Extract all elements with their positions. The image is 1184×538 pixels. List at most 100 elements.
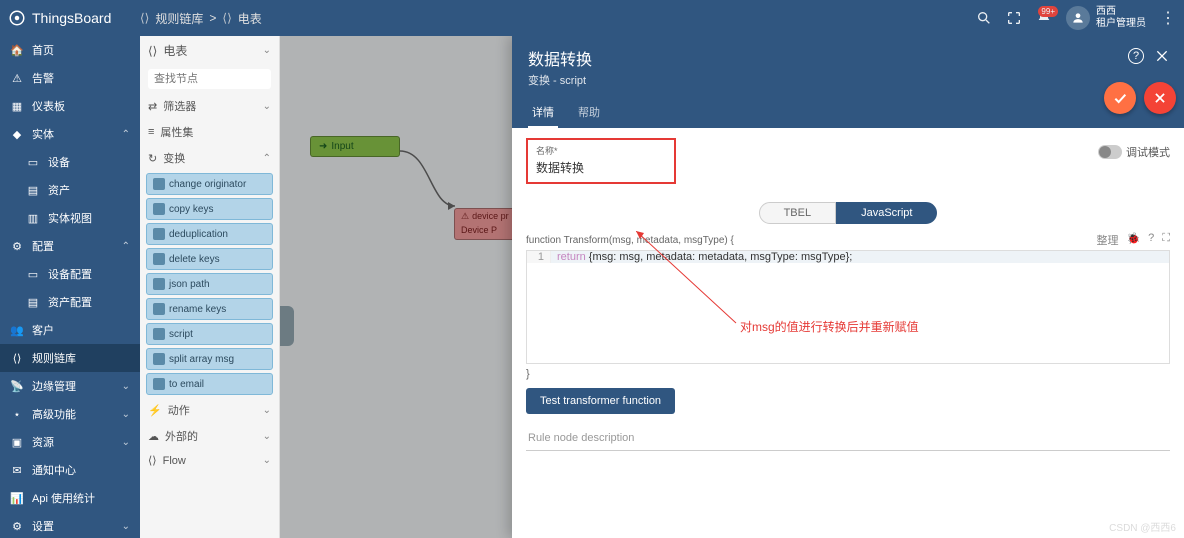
breadcrumb-a[interactable]: 规则链库 (155, 10, 203, 27)
sidebar-item-客户[interactable]: 👥客户 (0, 316, 140, 344)
sidebar-item-label: Api 使用统计 (32, 490, 130, 506)
view-icon: ▥ (26, 212, 40, 225)
code-editor[interactable]: 1 return {msg: msg, metadata: metadata, … (526, 250, 1170, 364)
breadcrumb-b[interactable]: 电表 (238, 10, 262, 27)
tab-javascript[interactable]: JavaScript (836, 202, 937, 224)
node-chip-to-email[interactable]: to email (146, 373, 273, 395)
tab-details[interactable]: 详情 (528, 98, 558, 128)
chevron-up-icon: ⌃ (122, 129, 130, 140)
device-cfg-icon: ▭ (26, 268, 40, 281)
sidebar-item-通知中心[interactable]: ✉通知中心 (0, 456, 140, 484)
sidebar-item-label: 设备 (48, 154, 130, 170)
transform-node-list: change originator copy keys deduplication d… (140, 171, 279, 397)
help-icon[interactable]: ? (1128, 48, 1144, 64)
sidebar-item-规则链库[interactable]: ⟨⟩规则链库 (0, 344, 140, 372)
domain-icon: ◆ (10, 128, 24, 141)
section-flow[interactable]: ⟨⟩Flow⌄ (140, 449, 279, 472)
user-name: 西西 (1096, 6, 1146, 18)
sidebar-item-资产配置[interactable]: ▤资产配置 (0, 288, 140, 316)
section-label: 筛选器 (163, 98, 196, 114)
logo[interactable]: ThingsBoard (8, 9, 140, 27)
notification-icon[interactable]: 99+ (1036, 10, 1052, 26)
product-name: ThingsBoard (32, 10, 111, 26)
test-transformer-button[interactable]: Test transformer function (526, 388, 675, 414)
sidebar-item-资源[interactable]: ▣资源⌄ (0, 428, 140, 456)
chevron-down-icon: ⌄ (122, 381, 130, 392)
sidebar-item-设备[interactable]: ▭设备 (0, 148, 140, 176)
rules-icon: ⟨⟩ (148, 44, 157, 58)
node-type-icon (153, 228, 165, 240)
attr-icon: ≡ (148, 126, 154, 138)
node-chip-label: script (169, 329, 193, 340)
section-transform[interactable]: ↻变换⌃ (140, 145, 279, 171)
node-chip-label: delete keys (169, 254, 220, 265)
fullscreen-icon[interactable] (1006, 10, 1022, 26)
tab-help[interactable]: 帮助 (574, 98, 604, 128)
user-menu[interactable]: 西西 租户管理员 (1066, 6, 1146, 30)
node-library: ⟨⟩ 电表 ⌄ ⇄筛选器⌄ ≡属性集 ↻变换⌃ change originato… (140, 36, 280, 538)
node-chip-copy-keys[interactable]: copy keys (146, 198, 273, 220)
rules-icon: ⟨⟩ (222, 11, 231, 25)
expand-icon[interactable]: ⛶ (1162, 232, 1170, 248)
node-chip-delete-keys[interactable]: delete keys (146, 248, 273, 270)
node-search (140, 65, 279, 93)
sidebar-item-仪表板[interactable]: ▦ 仪表板 (0, 92, 140, 120)
help-small-icon[interactable]: ? (1148, 232, 1154, 248)
tab-tbel[interactable]: TBEL (759, 202, 837, 224)
sidebar-item-设备配置[interactable]: ▭设备配置 (0, 260, 140, 288)
bug-icon[interactable]: 🐞 (1126, 232, 1140, 248)
advanced-icon: ⋆ (10, 408, 24, 421)
node-type-icon (153, 303, 165, 315)
section-filter[interactable]: ⇄筛选器⌄ (140, 93, 279, 119)
sidebar-item-label: 仪表板 (32, 98, 130, 114)
chevron-down-icon[interactable]: ⌄ (263, 45, 271, 56)
edge-icon: 📡 (10, 380, 24, 393)
node-chip-change-originator[interactable]: change originator (146, 173, 273, 195)
sidebar-item-实体视图[interactable]: ▥实体视图 (0, 204, 140, 232)
search-icon[interactable] (976, 10, 992, 26)
annotation-text: 对msg的值进行转换后并重新赋值 (740, 318, 919, 335)
sidebar-item-配置[interactable]: ⚙配置⌃ (0, 232, 140, 260)
sidebar-item-实体[interactable]: ◆实体⌃ (0, 120, 140, 148)
sidebar-item-首页[interactable]: 🏠首页 (0, 36, 140, 64)
app-header: ThingsBoard ⟨⟩ 规则链库 > ⟨⟩ 电表 99+ 西西 租户管理员 (0, 0, 1184, 36)
people-icon: 👥 (10, 324, 24, 337)
node-chip-split-array-msg[interactable]: split array msg (146, 348, 273, 370)
watermark: CSDN @西西6 (1109, 519, 1176, 534)
section-external[interactable]: ☁外部的⌄ (140, 423, 279, 449)
sidebar-item-Api 使用统计[interactable]: 📊Api 使用统计 (0, 484, 140, 512)
dashboard-icon: ▦ (10, 100, 24, 113)
sidebar-item-资产[interactable]: ▤资产 (0, 176, 140, 204)
node-chip-label: change originator (169, 179, 246, 190)
sidebar-item-告警[interactable]: ⚠告警 (0, 64, 140, 92)
sidebar-item-高级功能[interactable]: ⋆高级功能⌄ (0, 400, 140, 428)
close-icon[interactable] (1154, 48, 1170, 64)
sidebar-item-label: 边缘管理 (32, 378, 114, 394)
node-chip-json-path[interactable]: json path (146, 273, 273, 295)
section-action[interactable]: ⚡动作⌄ (140, 397, 279, 423)
tidy-button[interactable]: 整理 (1096, 232, 1118, 248)
search-input[interactable] (148, 69, 271, 89)
sidebar-item-label: 规则链库 (32, 350, 130, 366)
node-chip-label: json path (169, 279, 210, 290)
sidebar-item-label: 高级功能 (32, 406, 114, 422)
gear-icon: ⚙ (10, 520, 24, 533)
sidebar-item-设置[interactable]: ⚙设置⌄ (0, 512, 140, 538)
node-chip-deduplication[interactable]: deduplication (146, 223, 273, 245)
filter-icon: ⇄ (148, 100, 157, 113)
debug-toggle[interactable] (1098, 145, 1122, 159)
cancel-button[interactable] (1144, 82, 1176, 114)
save-button[interactable] (1104, 82, 1136, 114)
description-field[interactable]: Rule node description (526, 426, 1170, 451)
home-icon: 🏠 (10, 44, 24, 57)
node-chip-label: rename keys (169, 304, 226, 315)
section-attr[interactable]: ≡属性集 (140, 119, 279, 145)
detail-header: 数据转换 变换 - script ? 详情 帮助 (512, 36, 1184, 128)
section-label: 变换 (163, 150, 185, 166)
node-chip-script[interactable]: script (146, 323, 273, 345)
more-icon[interactable]: ⋮ (1160, 8, 1176, 28)
node-chip-rename-keys[interactable]: rename keys (146, 298, 273, 320)
name-field[interactable]: 名称* 数据转换 (526, 138, 676, 184)
sidebar-item-边缘管理[interactable]: 📡 边缘管理 ⌄ (0, 372, 140, 400)
chevron-down-icon: ⌄ (263, 405, 271, 416)
